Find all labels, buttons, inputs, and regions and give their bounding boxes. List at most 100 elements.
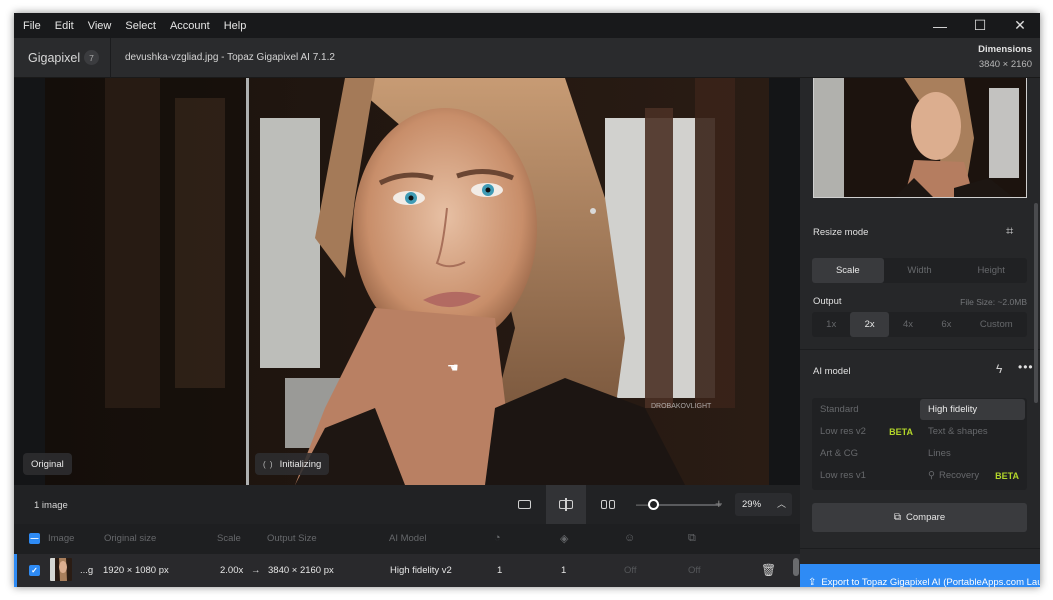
crop-icon[interactable]: ⌗ — [1006, 223, 1013, 239]
resize-mode-tabs: Scale Width Height — [812, 258, 1027, 283]
col-original-size[interactable]: Original size — [104, 533, 156, 544]
col-scale[interactable]: Scale — [217, 533, 241, 544]
menu-view[interactable]: View — [83, 20, 117, 32]
row-original-size: 1920 × 1080 px — [103, 565, 169, 576]
zoom-out-button[interactable]: — — [636, 497, 648, 511]
chevron-up-icon: ︿ — [776, 499, 786, 509]
loading-spinner-icon: ( ) — [263, 459, 274, 469]
tab-scale[interactable]: Scale — [812, 258, 884, 283]
model-recovery-text: Recovery — [938, 470, 980, 481]
tab-height[interactable]: Height — [955, 258, 1027, 283]
row-blur-value: 1 — [561, 565, 567, 576]
panel-scrollbar[interactable] — [1034, 203, 1038, 403]
output-6x[interactable]: 6x — [927, 312, 965, 337]
compare-divider-handle[interactable] — [246, 78, 249, 485]
zoom-value: 29% — [742, 499, 762, 510]
window-controls: — ☐ ✕ — [920, 13, 1040, 38]
initializing-label: ( ) Initializing — [255, 453, 330, 475]
table-row[interactable]: ✓ ...g 1920 × 1080 px 2.00x → 3840 × 216… — [14, 554, 800, 587]
ai-model-grid: Standard High fidelity Low res v2 BETA T… — [812, 398, 1027, 490]
table-scrollbar[interactable] — [793, 558, 799, 576]
model-art-cg[interactable]: Art & CG — [812, 443, 919, 464]
app-name: Gigapixel — [28, 51, 81, 65]
blur-icon: ◈ — [560, 533, 569, 545]
row-ai-model: High fidelity v2 — [390, 565, 452, 576]
compression-icon: ⧉ — [688, 532, 696, 544]
export-button[interactable]: ⇪ Export to Topaz Gigapixel AI (Portable… — [800, 564, 1040, 587]
view-controls-bar: 1 image — + 29% ︿ — [14, 485, 800, 524]
col-output-size[interactable]: Output Size — [267, 533, 317, 544]
close-button[interactable]: ✕ — [1000, 13, 1040, 38]
side-by-side-button[interactable] — [588, 485, 628, 524]
model-lines[interactable]: Lines — [920, 443, 1025, 464]
navigator-thumbnail[interactable] — [813, 78, 1027, 198]
resize-mode-label: Resize mode — [813, 227, 869, 238]
menu-select[interactable]: Select — [120, 20, 161, 32]
settings-panel: Resize mode ⌗ Scale Width Height Output … — [800, 78, 1040, 587]
image-viewer[interactable]: DROBAKOVLIGHT ☚ Original ( ) Initializin… — [14, 78, 800, 485]
compare-icon: ⧉ — [893, 512, 902, 523]
app-count-badge: 7 — [84, 50, 99, 65]
menu-file[interactable]: File — [18, 20, 46, 32]
dimensions-value: 3840 × 2160 — [978, 59, 1032, 70]
output-2x[interactable]: 2x — [850, 312, 889, 337]
single-view-button[interactable] — [504, 485, 544, 524]
zoom-in-button[interactable]: + — [715, 496, 723, 511]
maximize-button[interactable]: ☐ — [960, 13, 1000, 38]
image-count: 1 image — [34, 500, 68, 511]
beta-badge: BETA — [889, 426, 913, 437]
recovery-icon: ⚲ — [928, 470, 935, 481]
row-noise-value: 1 — [497, 565, 503, 576]
single-view-icon — [517, 500, 531, 509]
output-custom[interactable]: Custom — [966, 312, 1027, 337]
title-bar: Gigapixel 7 devushka-vzgliad.jpg - Topaz… — [14, 38, 1040, 78]
export-icon: ⇪ — [808, 576, 817, 588]
more-options-icon[interactable]: ••• — [1018, 360, 1034, 374]
preview-photo[interactable]: DROBAKOVLIGHT — [45, 78, 769, 485]
zoom-select[interactable]: 29% ︿ — [735, 493, 792, 516]
side-by-side-icon — [601, 500, 607, 509]
row-file-name: ...g — [80, 565, 94, 576]
app-window: File Edit View Select Account Help — ☐ ✕… — [14, 13, 1040, 587]
tab-width[interactable]: Width — [884, 258, 956, 283]
dimensions-readout: Dimensions 3840 × 2160 — [978, 44, 1032, 70]
row-output-size: 3840 × 2160 px — [268, 565, 334, 576]
export-button-label: Export to Topaz Gigapixel AI (PortableAp… — [821, 576, 1040, 588]
compare-button[interactable]: ⧉ Compare — [812, 503, 1027, 532]
row-thumbnail-image — [50, 558, 72, 581]
model-low-res-v2[interactable]: Low res v2 BETA — [812, 421, 919, 442]
row-face-value: Off — [624, 565, 637, 576]
model-recovery[interactable]: ⚲ Recovery BETA — [920, 465, 1025, 486]
menu-help[interactable]: Help — [219, 20, 252, 32]
row-thumbnail — [50, 558, 72, 581]
select-all-checkbox[interactable]: — — [29, 533, 40, 544]
row-checkbox[interactable]: ✓ — [29, 565, 40, 576]
menu-edit[interactable]: Edit — [50, 20, 79, 32]
col-ai-model[interactable]: AI Model — [389, 533, 427, 544]
dimensions-label: Dimensions — [978, 44, 1032, 55]
output-4x[interactable]: 4x — [889, 312, 927, 337]
thumbnail-image — [814, 78, 1026, 197]
lightning-icon[interactable]: ϟ — [996, 362, 1002, 376]
output-scale-options: 1x 2x 4x 6x Custom — [812, 312, 1027, 337]
beta-badge: BETA — [995, 470, 1019, 481]
split-view-button[interactable] — [546, 485, 586, 524]
portrait-image: DROBAKOVLIGHT — [45, 78, 769, 485]
menu-account[interactable]: Account — [165, 20, 215, 32]
model-text-shapes[interactable]: Text & shapes — [920, 421, 1025, 442]
menubar: File Edit View Select Account Help — ☐ ✕ — [14, 13, 1040, 38]
file-size-readout: File Size: ~2.0MB — [960, 297, 1027, 307]
row-compression-value: Off — [688, 565, 701, 576]
section-divider — [800, 349, 1040, 350]
model-standard[interactable]: Standard — [812, 399, 919, 420]
original-label-text: Original — [31, 458, 64, 470]
model-low-res-v1[interactable]: Low res v1 — [812, 465, 919, 486]
output-1x[interactable]: 1x — [812, 312, 850, 337]
svg-text:DROBAKOVLIGHT: DROBAKOVLIGHT — [651, 403, 712, 410]
col-image[interactable]: Image — [48, 533, 74, 544]
zoom-slider-knob[interactable] — [648, 499, 659, 510]
model-high-fidelity[interactable]: High fidelity — [920, 399, 1025, 420]
trash-icon[interactable]: 🗑 — [761, 563, 776, 577]
noise-icon: ◔ — [494, 532, 501, 544]
minimize-button[interactable]: — — [920, 13, 960, 38]
